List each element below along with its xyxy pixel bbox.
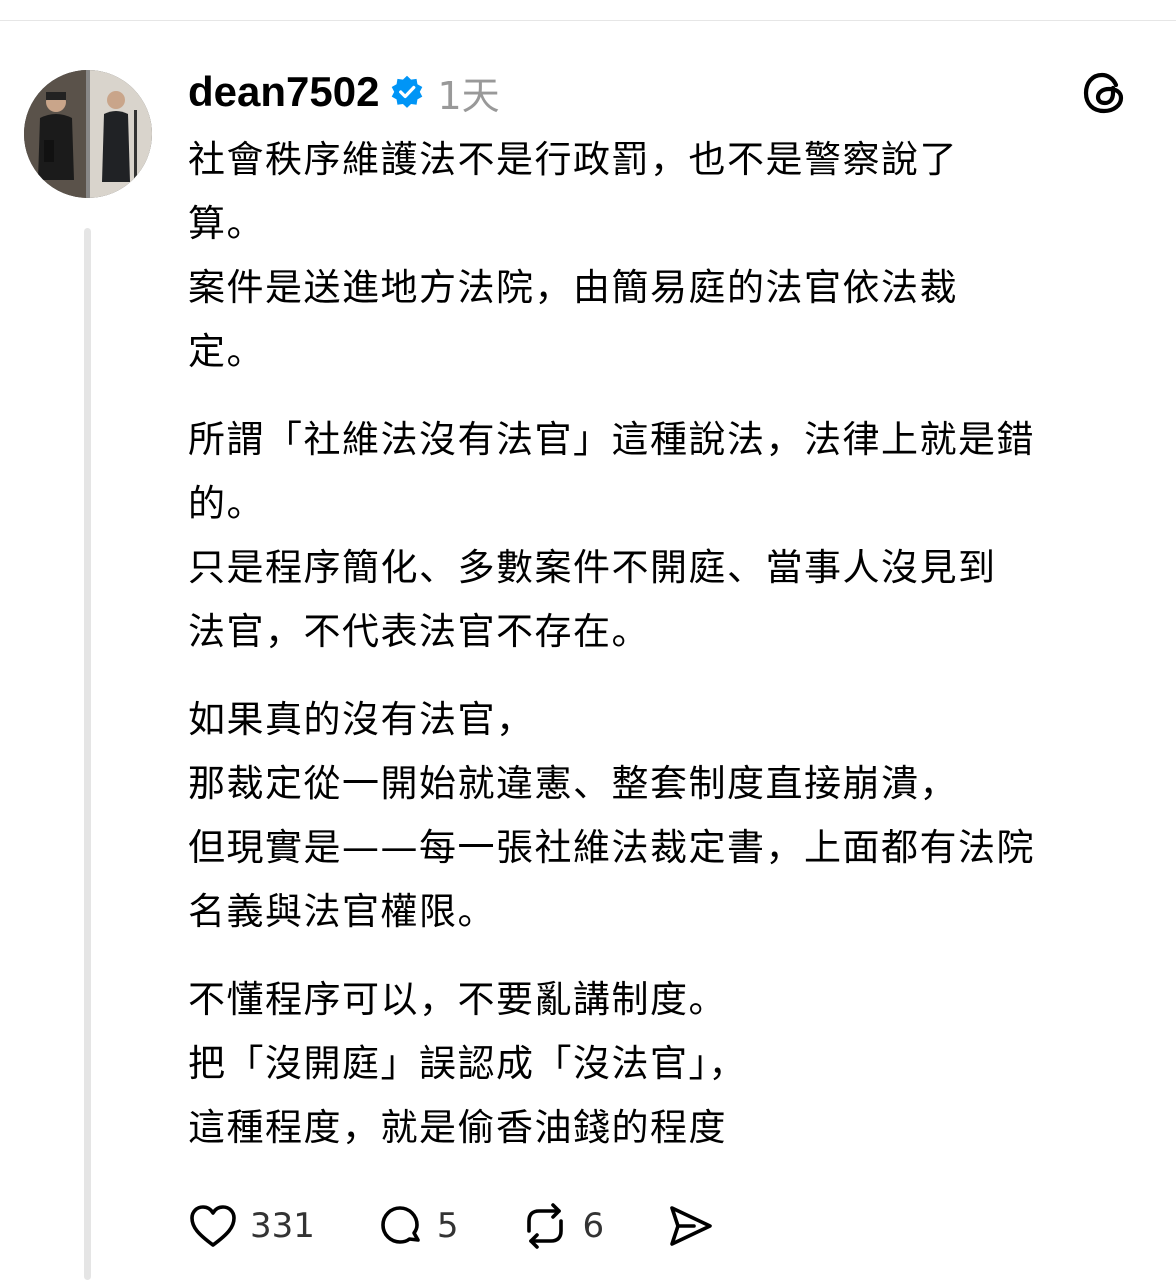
- post-text-line: 算。: [188, 202, 265, 245]
- post-text-line: 不懂程序可以，不要亂講制度。: [188, 978, 727, 1021]
- like-count: 331: [250, 1206, 315, 1246]
- post-text-line: 那裁定從一開始就違憲、整套制度直接崩潰，: [188, 762, 958, 805]
- like-button[interactable]: 331: [188, 1203, 315, 1249]
- post-text-line: 如果真的沒有法官，: [188, 698, 535, 741]
- paragraph-3: 如果真的沒有法官， 那裁定從一開始就違憲、整套制度直接崩潰， 但現實是——每一張…: [188, 688, 1148, 944]
- paragraph-2: 所謂「社維法沒有法官」這種說法，法律上就是錯 的。 只是程序簡化、多數案件不開庭…: [188, 408, 1148, 664]
- heart-icon: [188, 1203, 238, 1249]
- post-text-line: 名義與法官權限。: [188, 890, 496, 933]
- post-text-line: 定。: [188, 330, 265, 373]
- paragraph-1: 社會秩序維護法不是行政罰，也不是警察說了 算。 案件是送進地方法院，由簡易庭的法…: [188, 128, 1148, 384]
- post-text-line: 這種程度，就是偷香油錢的程度: [188, 1106, 727, 1149]
- paragraph-4: 不懂程序可以，不要亂講制度。 把「沒開庭」誤認成「沒法官」， 這種程度，就是偷香…: [188, 968, 1148, 1160]
- post-body: 社會秩序維護法不是行政罰，也不是警察說了 算。 案件是送進地方法院，由簡易庭的法…: [188, 128, 1148, 1184]
- post-text-line: 法官，不代表法官不存在。: [188, 610, 650, 653]
- action-bar: 331 5 6: [188, 1196, 776, 1256]
- post-text-line: 社會秩序維護法不是行政罰，也不是警察說了: [188, 138, 958, 181]
- post-text-line: 只是程序簡化、多數案件不開庭、當事人沒見到: [188, 546, 997, 589]
- avatar-photo: [24, 70, 152, 198]
- reply-count: 5: [436, 1206, 459, 1246]
- post-text-line: 把「沒開庭」誤認成「沒法官」，: [188, 1042, 747, 1085]
- reply-button[interactable]: 5: [375, 1201, 459, 1251]
- username[interactable]: dean7502: [188, 68, 379, 116]
- post-text-line: 的。: [188, 482, 265, 525]
- comment-icon: [375, 1201, 425, 1251]
- threads-logo-icon[interactable]: [1080, 68, 1130, 118]
- share-button[interactable]: [664, 1201, 716, 1251]
- post-text-line: 案件是送進地方法院，由簡易庭的法官依法裁: [188, 266, 958, 309]
- avatar[interactable]: [24, 70, 152, 198]
- verified-badge-icon: [389, 74, 425, 110]
- post-header: dean7502 1天: [188, 64, 500, 120]
- post-text-line: 但現實是——每一張社維法裁定書，上面都有法院: [188, 826, 1035, 869]
- post-text-line: 所謂「社維法沒有法官」這種說法，法律上就是錯: [188, 418, 1035, 461]
- send-icon: [664, 1201, 716, 1251]
- repost-button[interactable]: 6: [519, 1201, 605, 1251]
- top-divider: [0, 0, 1176, 21]
- thread-line: [84, 228, 91, 1280]
- repost-icon: [519, 1201, 571, 1251]
- repost-count: 6: [582, 1206, 605, 1246]
- post-time: 1天: [437, 73, 500, 118]
